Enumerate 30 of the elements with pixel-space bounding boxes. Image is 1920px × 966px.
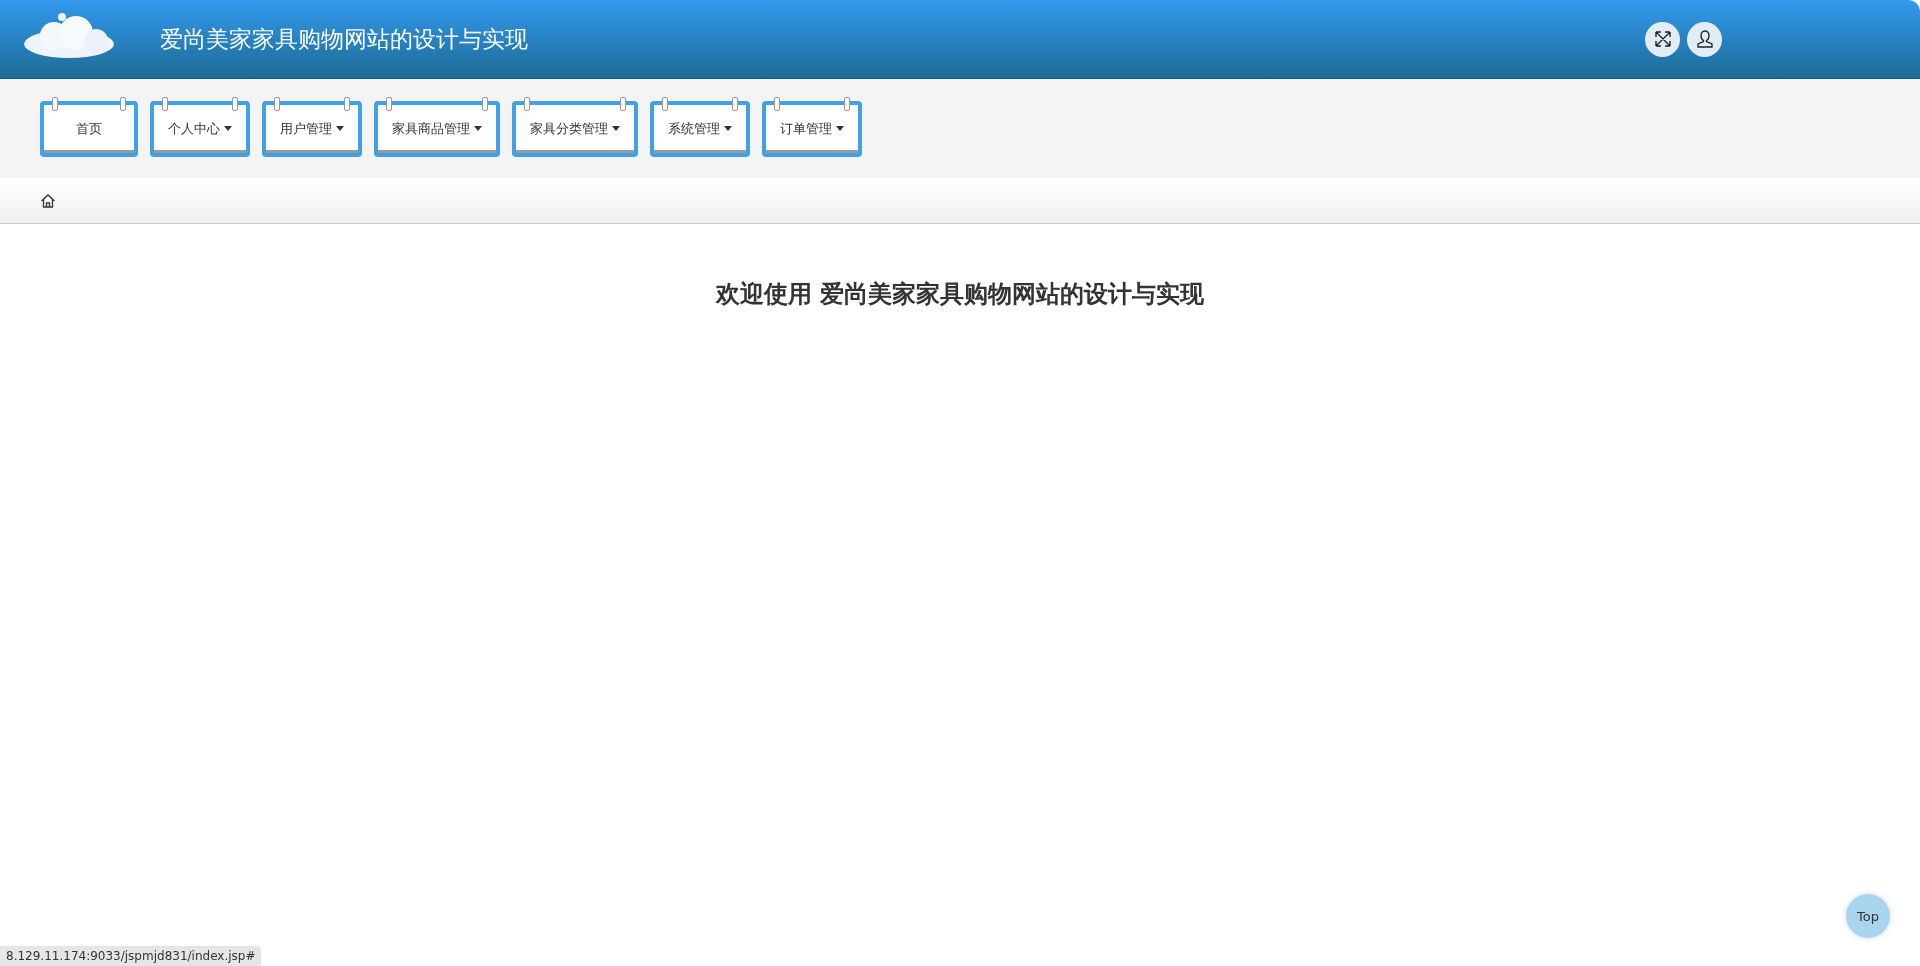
status-url: 8.129.11.174:9033/jspmjd831/index.jsp# [0,946,262,966]
nav-menu-button[interactable]: 家具商品管理 [374,100,500,157]
nav-menu-button[interactable]: 用户管理 [262,100,362,157]
nav-menu-button[interactable]: 订单管理 [762,100,862,157]
expand-arrows-icon [1653,30,1672,48]
binder-ring-icon [774,96,780,111]
binder-ring-icon [844,96,850,111]
binder-ring-icon [232,96,238,111]
nav-menu-button[interactable]: 系统管理 [650,100,750,157]
binder-ring-icon [732,96,738,111]
binder-ring-icon [620,96,626,111]
binder-ring-icon [386,96,392,111]
binder-ring-icon [120,96,126,111]
back-to-top-button[interactable]: Top [1846,894,1890,938]
nav-menu-button[interactable]: 个人中心 [150,100,250,157]
welcome-heading: 欢迎使用 爱尚美家家具购物网站的设计与实现 [715,279,1205,310]
binder-ring-icon [52,96,58,111]
nav-menu-button[interactable]: 首页 [40,100,138,157]
user-button[interactable] [1687,21,1722,57]
binder-ring-icon [662,96,668,111]
nav-menu-button[interactable]: 家具分类管理 [512,100,638,157]
binder-ring-icon [524,96,530,111]
home-icon[interactable] [40,192,56,209]
site-title: 爱尚美家家具购物网站的设计与实现 [160,24,528,54]
binder-ring-icon [482,96,488,111]
user-icon [1694,29,1715,49]
fullscreen-button[interactable] [1645,21,1680,57]
binder-ring-icon [162,96,168,111]
binder-ring-icon [344,96,350,111]
binder-ring-icon [274,96,280,111]
